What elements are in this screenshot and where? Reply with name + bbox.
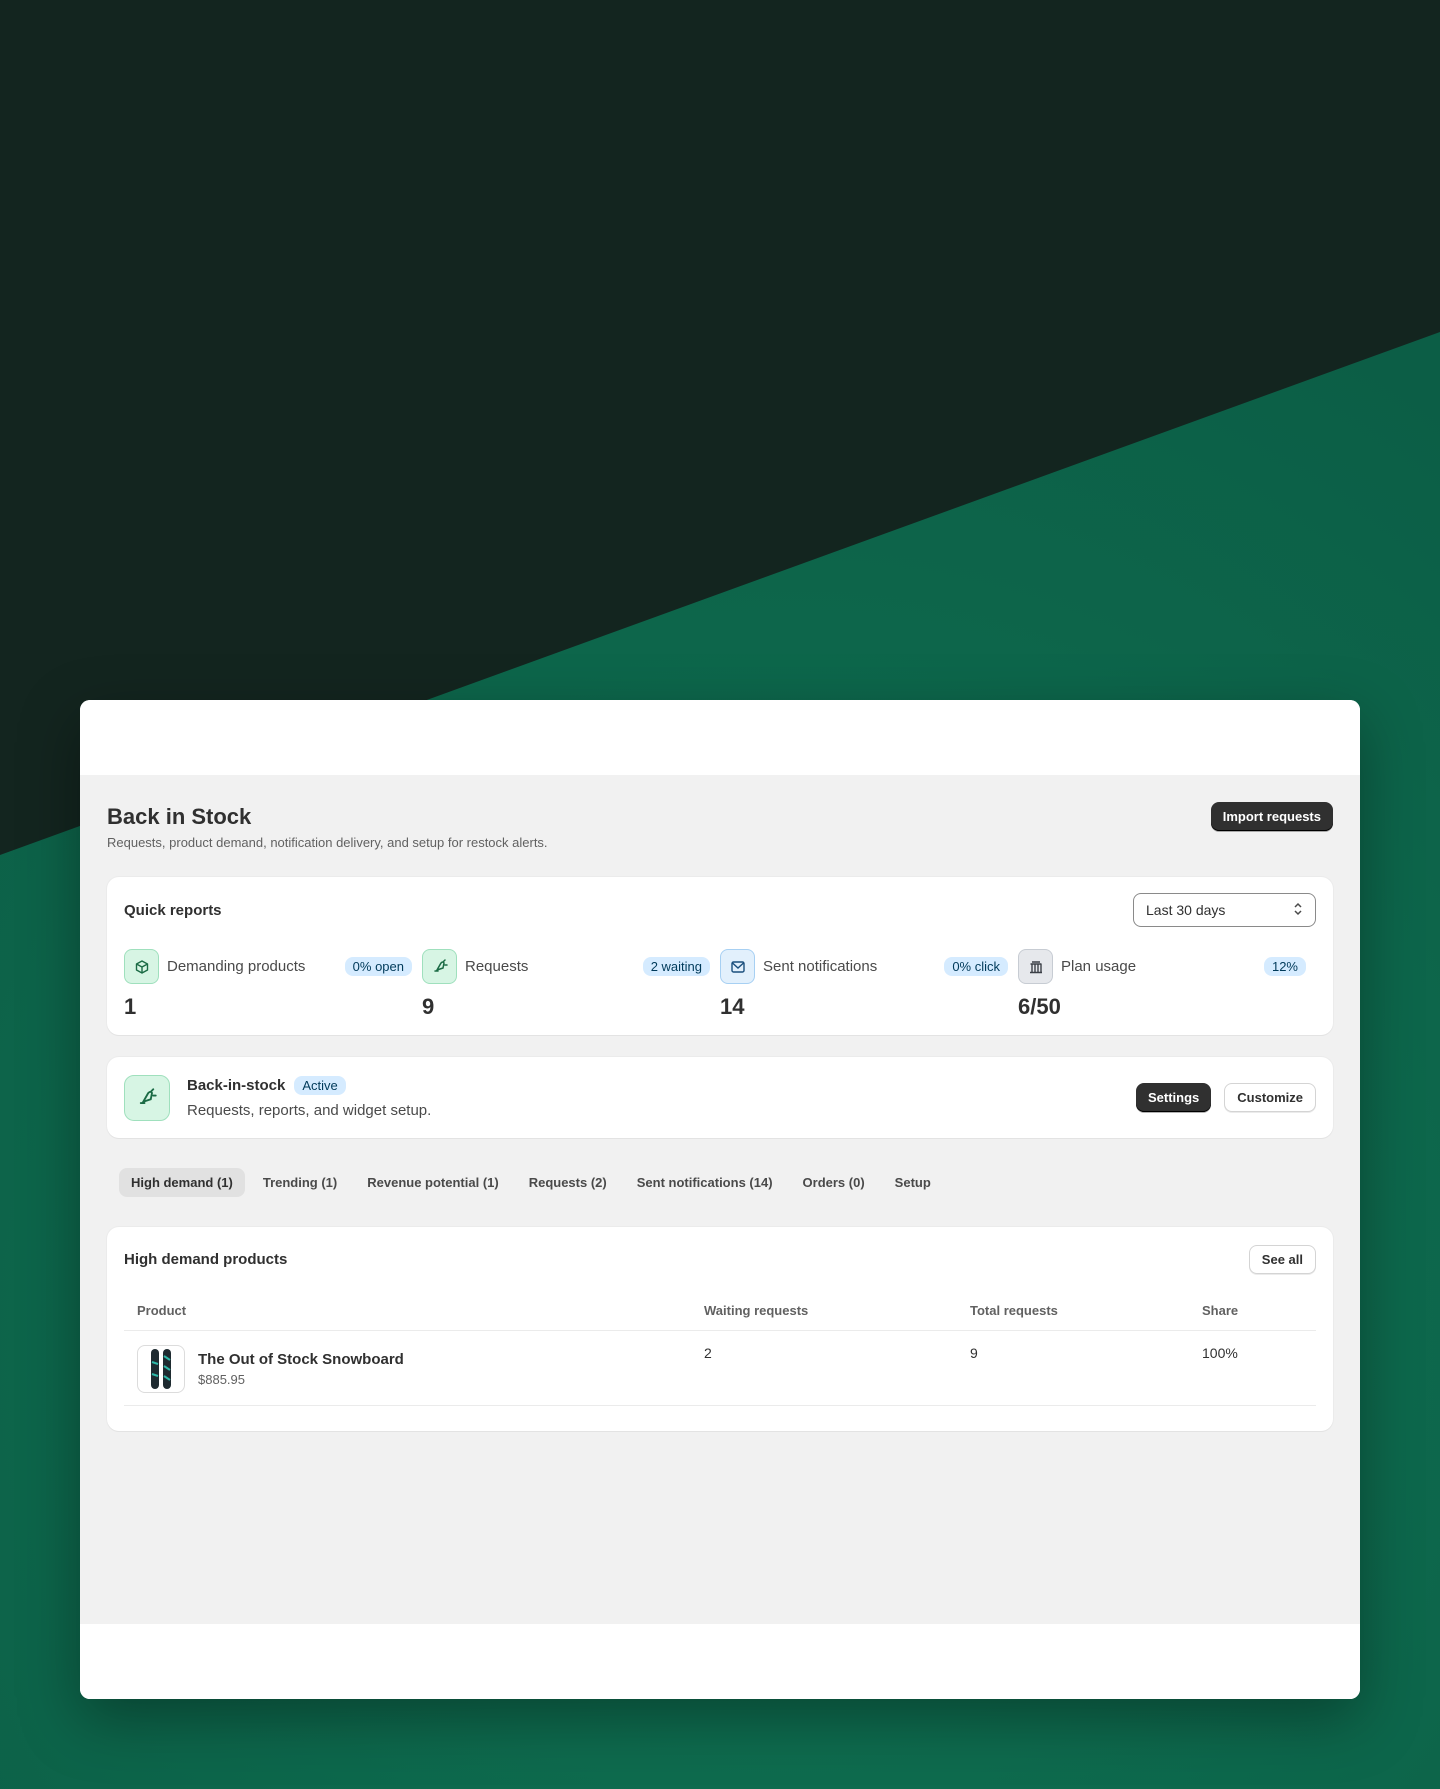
window-bottom-bar [80, 1624, 1360, 1699]
metric-value: 1 [124, 994, 137, 1019]
tab-trending[interactable]: Trending (1) [251, 1168, 349, 1197]
snowboard-thumbnail [137, 1345, 185, 1393]
quick-reports-card: Quick reports Last 30 days Demanding pro… [107, 877, 1333, 1035]
metric-value: 9 [422, 994, 435, 1019]
metric-badge: 2 waiting [642, 957, 710, 976]
table-row[interactable]: The Out of Stock Snowboard $885.95 2 9 1… [124, 1330, 1316, 1406]
customize-button[interactable]: Customize [1224, 1083, 1316, 1112]
envelope-icon [720, 949, 755, 984]
page-title: Back in Stock [107, 804, 252, 829]
metric-badge: 0% click [944, 957, 1008, 976]
product-price: $885.95 [198, 1372, 245, 1387]
select-chevron-icon [1293, 902, 1303, 918]
main-content: Back in Stock Requests, product demand, … [80, 775, 1360, 1624]
metric-label: Sent notifications [763, 958, 878, 975]
total-requests-cell: 9 [957, 1330, 1189, 1406]
page-header: Back in Stock Requests, product demand, … [107, 775, 1333, 877]
widget-card: Back-in-stock Active Requests, reports, … [107, 1057, 1333, 1138]
metric-plan-usage: Plan usage 12% 6/50 [1018, 949, 1316, 1020]
metric-label: Requests [465, 958, 529, 975]
page-subtitle: Requests, product demand, notification d… [107, 835, 548, 850]
column-header-total: Total requests [957, 1295, 1189, 1331]
product-name: The Out of Stock Snowboard [198, 1351, 404, 1368]
see-all-button[interactable]: See all [1248, 1244, 1316, 1274]
share-cell: 100% [1189, 1330, 1316, 1406]
waiting-requests-cell: 2 [691, 1330, 957, 1406]
tab-requests[interactable]: Requests (2) [517, 1168, 619, 1197]
metric-requests: Requests 2 waiting 9 [422, 949, 720, 1020]
widget-name: Back-in-stock [187, 1077, 286, 1094]
bank-icon [1018, 949, 1053, 984]
column-header-product: Product [124, 1295, 691, 1331]
metric-sent-notifications: Sent notifications 0% click 14 [720, 949, 1018, 1020]
date-range-value: Last 30 days [1146, 902, 1226, 918]
tab-revenue-potential[interactable]: Revenue potential (1) [355, 1168, 510, 1197]
high-demand-title: High demand products [124, 1250, 288, 1268]
app-window: Back in Stock Requests, product demand, … [80, 700, 1360, 1699]
bell-ring-icon [422, 949, 457, 984]
settings-button[interactable]: Settings [1135, 1083, 1212, 1112]
tab-bar: High demand (1) Trending (1) Revenue pot… [107, 1168, 1333, 1197]
metric-value: 6/50 [1018, 994, 1061, 1019]
metric-badge: 12% [1263, 957, 1306, 976]
import-requests-button[interactable]: Import requests [1210, 802, 1333, 831]
metric-value: 14 [720, 994, 745, 1019]
tab-orders[interactable]: Orders (0) [791, 1168, 877, 1197]
tab-high-demand[interactable]: High demand (1) [119, 1168, 245, 1197]
metric-demanding-products: Demanding products 0% open 1 [124, 949, 422, 1020]
quick-reports-title: Quick reports [124, 901, 222, 919]
column-header-share: Share [1189, 1295, 1316, 1331]
high-demand-card: High demand products See all Product Wai… [107, 1227, 1333, 1431]
metric-label: Plan usage [1061, 958, 1137, 975]
tab-setup[interactable]: Setup [883, 1168, 943, 1197]
metric-badge: 0% open [344, 957, 412, 976]
high-demand-table: Product Waiting requests Total requests … [124, 1295, 1316, 1406]
tab-sent-notifications[interactable]: Sent notifications (14) [625, 1168, 785, 1197]
bell-ring-icon [124, 1074, 170, 1121]
date-range-select[interactable]: Last 30 days [1133, 893, 1316, 927]
column-header-waiting: Waiting requests [691, 1295, 957, 1331]
metric-label: Demanding products [167, 958, 306, 975]
widget-description: Requests, reports, and widget setup. [187, 1102, 432, 1119]
window-top-bar [80, 700, 1360, 775]
package-icon [124, 949, 159, 984]
status-badge: Active [294, 1076, 346, 1095]
